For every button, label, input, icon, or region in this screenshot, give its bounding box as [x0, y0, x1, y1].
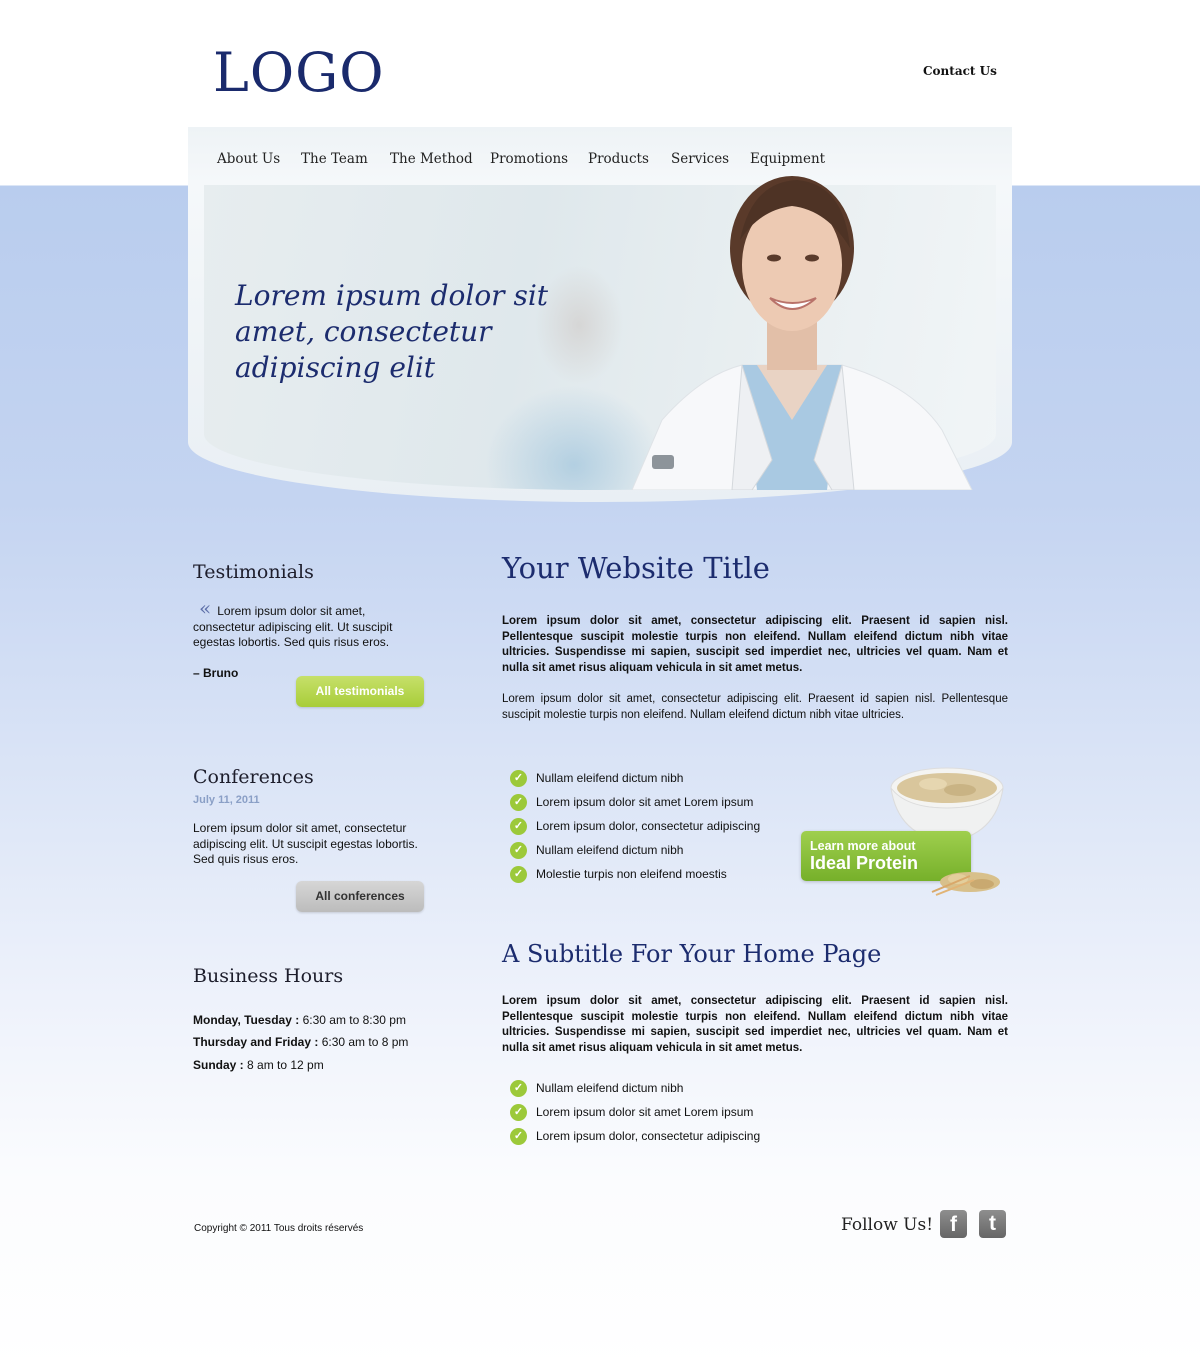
follow-us-label: Follow Us!: [841, 1215, 934, 1235]
testimonial-text: Lorem ipsum dolor sit amet, consectetur …: [193, 604, 393, 649]
list-item: ✓ Lorem ipsum dolor sit amet Lorem ipsum: [510, 1104, 760, 1128]
list-item: ✓ Lorem ipsum dolor, consectetur adipisci…: [510, 1128, 760, 1152]
logo[interactable]: LOGO: [213, 40, 385, 106]
hours-days: Sunday :: [193, 1058, 244, 1072]
nav-the-method[interactable]: The Method: [390, 151, 473, 167]
nav-about-us[interactable]: About Us: [217, 151, 280, 167]
promo-line-2: Ideal Protein: [810, 853, 919, 873]
hero-headline: Lorem ipsum dolor sit amet, consectetur …: [235, 279, 549, 384]
check-icon: ✓: [510, 1104, 527, 1121]
check-icon: ✓: [510, 842, 527, 859]
testimonial-quote: «Lorem ipsum dolor sit amet, consectetur…: [193, 598, 418, 651]
intro-paragraph: Lorem ipsum dolor sit amet, consectetur …: [502, 615, 1008, 674]
feature-list: ✓ Nullam eleifend dictum nibh ✓ Lorem ipsu…: [510, 770, 760, 890]
check-icon: ✓: [510, 818, 527, 835]
nav-products[interactable]: Products: [588, 151, 649, 167]
facebook-glyph: f: [950, 1213, 957, 1236]
oat-grains-image: [931, 872, 1000, 896]
list-item: ✓ Nullam eleifend dictum nibh: [510, 1080, 760, 1104]
facebook-icon[interactable]: f: [940, 1210, 967, 1238]
testimonials-heading: Testimonials: [193, 561, 314, 583]
list-item-text: Nullam eleifend dictum nibh: [536, 771, 684, 785]
list-item: ✓ Lorem ipsum dolor sit amet Lorem ipsum: [510, 794, 760, 818]
hours-row: Sunday : 8 am to 12 pm: [193, 1058, 324, 1072]
list-item-text: Lorem ipsum dolor, consectetur adipiscin…: [536, 819, 761, 833]
all-testimonials-button[interactable]: All testimonials: [296, 676, 424, 707]
conference-text: Lorem ipsum dolor sit amet, consectetur …: [193, 821, 418, 866]
nav-the-team[interactable]: The Team: [301, 151, 368, 167]
nav-services[interactable]: Services: [671, 151, 729, 167]
list-item-text: Lorem ipsum dolor sit amet Lorem ipsum: [536, 1105, 754, 1119]
check-icon: ✓: [510, 1128, 527, 1145]
conferences-heading: Conferences: [193, 766, 314, 788]
nav-equipment[interactable]: Equipment: [750, 151, 825, 167]
check-icon: ✓: [510, 770, 527, 787]
contact-us-link[interactable]: Contact Us: [923, 64, 997, 78]
list-item: ✓ Nullam eleifend dictum nibh: [510, 842, 760, 866]
hours-row: Monday, Tuesday : 6:30 am to 8:30 pm: [193, 1013, 406, 1027]
copyright-text: Copyright © 2011 Tous droits réservés: [194, 1223, 364, 1234]
list-item-text: Nullam eleifend dictum nibh: [536, 1081, 684, 1095]
hours-time: 6:30 am to 8:30 pm: [299, 1013, 406, 1027]
quote-icon: «: [199, 596, 212, 620]
conference-date: July 11, 2011: [193, 794, 260, 806]
all-conferences-button[interactable]: All conferences: [296, 881, 424, 912]
page-title: Your Website Title: [502, 551, 770, 585]
list-item-text: Nullam eleifend dictum nibh: [536, 843, 684, 857]
feature-list: ✓ Nullam eleifend dictum nibh ✓ Lorem ipsu…: [510, 1080, 760, 1152]
list-item-text: Lorem ipsum dolor sit amet Lorem ipsum: [536, 795, 754, 809]
list-item: ✓ Molestie turpis non eleifend moestis: [510, 866, 760, 890]
hours-row: Thursday and Friday : 6:30 am to 8 pm: [193, 1035, 408, 1049]
hours-time: 8 am to 12 pm: [243, 1058, 324, 1072]
list-item-text: Lorem ipsum dolor, consectetur adipiscin…: [536, 1129, 761, 1143]
hours-time: 6:30 am to 8 pm: [318, 1035, 409, 1049]
check-icon: ✓: [510, 1080, 527, 1097]
list-item: ✓ Lorem ipsum dolor, consectetur adipisci…: [510, 818, 760, 842]
check-icon: ✓: [510, 866, 527, 883]
body-paragraph: Lorem ipsum dolor sit amet, consectetur …: [502, 693, 1008, 721]
check-icon: ✓: [510, 794, 527, 811]
business-hours-heading: Business Hours: [193, 965, 344, 987]
twitter-icon[interactable]: t: [979, 1210, 1006, 1238]
main-nav: About Us The Team The Method Promotions …: [188, 127, 1012, 185]
hours-days: Thursday and Friday :: [193, 1035, 319, 1049]
page-subtitle: A Subtitle For Your Home Page: [502, 940, 882, 968]
promo-line-1: Learn more about: [810, 839, 916, 853]
list-item-text: Molestie turpis non eleifend moestis: [536, 867, 727, 881]
nav-promotions[interactable]: Promotions: [490, 151, 568, 167]
twitter-glyph: t: [989, 1212, 996, 1235]
subtitle-paragraph: Lorem ipsum dolor sit amet, consectetur …: [502, 995, 1008, 1054]
list-item: ✓ Nullam eleifend dictum nibh: [510, 770, 760, 794]
hours-days: Monday, Tuesday :: [193, 1013, 300, 1027]
doctor-image: [631, 176, 973, 490]
